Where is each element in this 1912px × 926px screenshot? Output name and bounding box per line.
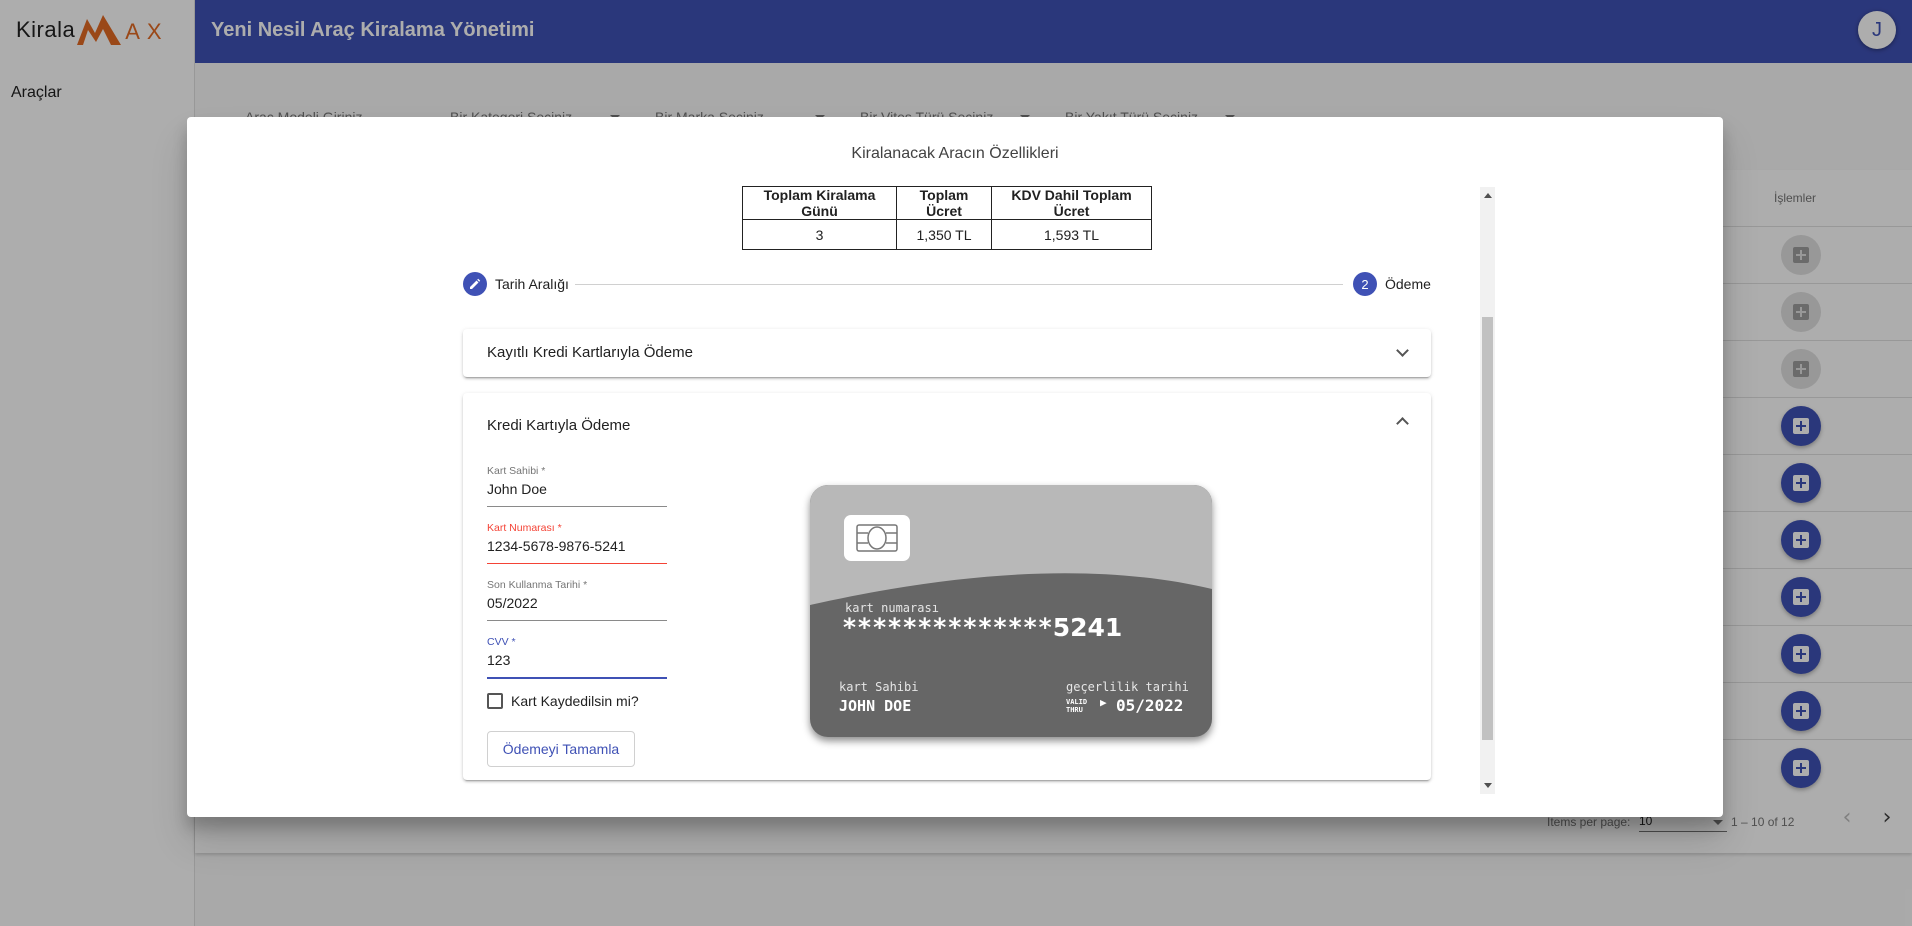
total-with-vat-header: KDV Dahil Toplam Ücret — [991, 186, 1152, 220]
card-chip-icon — [844, 515, 910, 561]
card-arrow-icon: ▶ — [1100, 696, 1107, 709]
dialog-title: Kiralanacak Aracın Özellikleri — [851, 145, 1059, 162]
card-holder-value[interactable]: John Doe — [487, 481, 547, 497]
step-payment-number[interactable]: 2 — [1353, 272, 1377, 296]
scrollbar-thumb[interactable] — [1482, 317, 1493, 740]
step-payment-label[interactable]: Ödeme — [1385, 276, 1431, 292]
step-date-range-label[interactable]: Tarih Aralığı — [495, 276, 569, 292]
credit-card-preview: kart numarası **************5241 kart Sa… — [810, 485, 1212, 737]
total-with-vat-value: 1,593 TL — [991, 219, 1152, 250]
card-holder-label: Kart Sahibi * — [487, 465, 546, 477]
saved-cards-panel-title: Kayıtlı Kredi Kartlarıyla Ödeme — [487, 344, 693, 361]
field-underline — [487, 506, 667, 507]
chevron-up-icon[interactable] — [1396, 417, 1409, 430]
card-holder-caption: kart Sahibi — [839, 680, 919, 694]
dialog-scrollbar[interactable] — [1480, 187, 1495, 794]
cvv-field[interactable]: CVV * 123 — [487, 636, 667, 682]
card-holder-field[interactable]: Kart Sahibi * John Doe — [487, 465, 667, 511]
chevron-down-icon[interactable] — [1396, 344, 1409, 357]
stepper-connector — [575, 284, 1343, 285]
card-number-value[interactable]: 1234-5678-9876-5241 — [487, 538, 626, 554]
rental-dialog: Kiralanacak Aracın Özellikleri Toplam Ki… — [187, 117, 1723, 817]
complete-payment-button[interactable]: Ödemeyi Tamamla — [487, 731, 635, 767]
field-underline — [487, 677, 667, 679]
credit-card-panel: Kredi Kartıyla Ödeme Kart Sahibi * John … — [463, 393, 1431, 780]
total-days-header: Toplam Kiralama Günü — [742, 186, 897, 220]
save-card-checkbox[interactable] — [487, 693, 503, 709]
card-holder-name: JOHN DOE — [839, 697, 912, 715]
cvv-label: CVV * — [487, 636, 516, 648]
scroll-down-icon[interactable] — [1484, 783, 1492, 788]
pencil-icon — [470, 278, 481, 289]
step-date-range-icon[interactable] — [463, 272, 487, 296]
save-card-label[interactable]: Kart Kaydedilsin mi? — [511, 693, 639, 709]
scroll-up-icon[interactable] — [1484, 193, 1492, 198]
card-thru-text: THRU — [1066, 706, 1083, 714]
card-masked-digits: ************** — [842, 613, 1053, 642]
total-days-value: 3 — [742, 219, 897, 250]
card-number-label: Kart Numarası * — [487, 522, 562, 534]
card-last-digits: 5241 — [1052, 613, 1123, 642]
card-valid-text: VALID — [1066, 698, 1088, 706]
cvv-value[interactable]: 123 — [487, 652, 510, 668]
rental-summary-table: Toplam Kiralama Günü Toplam Ücret KDV Da… — [742, 186, 1152, 250]
field-underline — [487, 563, 667, 564]
payment-stepper: Tarih Aralığı 2 Ödeme — [463, 272, 1435, 298]
save-card-option[interactable]: Kart Kaydedilsin mi? — [487, 691, 639, 711]
saved-cards-panel[interactable]: Kayıtlı Kredi Kartlarıyla Ödeme — [463, 329, 1431, 377]
expiry-date-field[interactable]: Son Kullanma Tarihi * 05/2022 — [487, 579, 667, 625]
card-validity-caption: geçerlilik tarihi — [1066, 680, 1189, 694]
total-price-value: 1,350 TL — [896, 219, 992, 250]
expiry-date-label: Son Kullanma Tarihi * — [487, 579, 588, 591]
total-price-header: Toplam Ücret — [896, 186, 992, 220]
card-expiry: 05/2022 — [1116, 696, 1184, 715]
expiry-date-value[interactable]: 05/2022 — [487, 595, 538, 611]
credit-card-panel-title[interactable]: Kredi Kartıyla Ödeme — [487, 417, 630, 434]
card-valid-thru: VALID THRU — [1066, 698, 1087, 714]
card-number-field[interactable]: Kart Numarası * 1234-5678-9876-5241 — [487, 522, 667, 568]
field-underline — [487, 620, 667, 621]
card-masked-number: **************5241 — [842, 613, 1122, 642]
